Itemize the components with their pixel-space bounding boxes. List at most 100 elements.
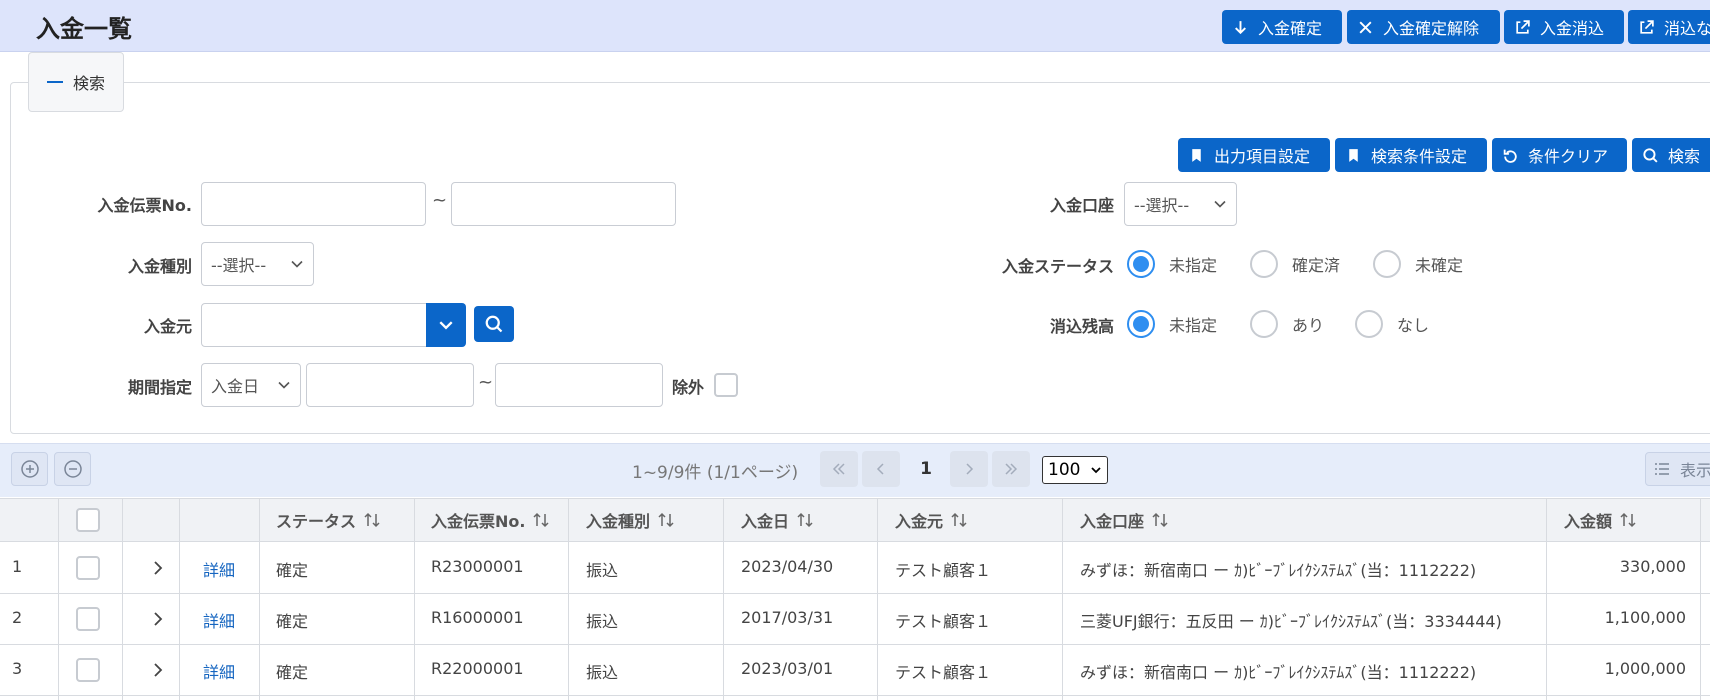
reconcile-label: 入金消込	[1540, 19, 1605, 38]
cell-amount: 1,000,000	[1604, 659, 1686, 678]
cell-payer: テスト顧客１	[895, 663, 992, 682]
chevron-right-icon	[966, 463, 974, 475]
reconcile-button[interactable]: 入金消込	[1504, 10, 1624, 44]
clear-conditions-button[interactable]: 条件クリア	[1492, 138, 1627, 172]
cancel-confirm-button[interactable]: 入金確定解除	[1347, 10, 1500, 44]
prev-page-button[interactable]	[862, 451, 900, 487]
column-header-amount[interactable]: 入金額	[1564, 498, 1638, 542]
cell-type: 振込	[586, 663, 619, 682]
period-type-value: 入金日	[211, 377, 260, 396]
chevron-down-icon	[291, 260, 303, 268]
table-row[interactable]: 1 詳細 確定 R23000001 振込 2023/04/30 テスト顧客１ み…	[0, 543, 1710, 594]
chevron-down-icon	[278, 381, 290, 389]
balance-radio-yes[interactable]: あり	[1250, 310, 1324, 338]
period-to-input[interactable]	[495, 363, 663, 407]
confirm-payment-label: 入金確定	[1258, 19, 1323, 38]
account-select[interactable]: --選択--	[1124, 182, 1237, 226]
search-condition-settings-button[interactable]: 検索条件設定	[1335, 138, 1487, 172]
exclude-checkbox[interactable]	[714, 373, 738, 397]
range-separator: ~	[432, 190, 448, 211]
chevron-right-icon[interactable]	[150, 559, 166, 577]
detail-link[interactable]: 詳細	[203, 557, 235, 581]
column-header-date[interactable]: 入金日	[741, 498, 815, 542]
search-toggle-tab[interactable]: 検索	[28, 52, 124, 112]
unreconcile-label: 消込な	[1664, 19, 1710, 38]
status-label: 入金ステータス	[1001, 257, 1114, 276]
balance-radio-unspecified[interactable]: 未指定	[1127, 310, 1217, 338]
confirm-payment-button[interactable]: 入金確定	[1222, 10, 1342, 44]
status-radio-confirmed[interactable]: 確定済	[1250, 250, 1340, 278]
search-label: 検索	[1668, 147, 1701, 166]
column-header-payer[interactable]: 入金元	[895, 498, 969, 542]
cell-date: 2023/04/30	[741, 557, 834, 576]
last-page-button[interactable]	[992, 451, 1030, 487]
search-button[interactable]: 検索	[1632, 138, 1710, 172]
table-row[interactable]: 2 詳細 確定 R16000001 振込 2017/03/31 テスト顧客１ 三…	[0, 594, 1710, 645]
collapse-all-button[interactable]	[54, 452, 91, 486]
period-from-input[interactable]	[306, 363, 474, 407]
row-checkbox[interactable]	[76, 556, 100, 580]
column-header-account[interactable]: 入金口座	[1080, 498, 1170, 542]
column-header-status[interactable]: ステータス	[276, 498, 382, 542]
payer-label: 入金元	[143, 317, 192, 336]
slip-no-to-input[interactable]	[451, 182, 676, 226]
double-chevron-left-icon	[832, 463, 845, 475]
balance-label: 消込残高	[1049, 317, 1114, 336]
output-settings-button[interactable]: 出力項目設定	[1178, 138, 1330, 172]
cell-slip-no: R22000001	[431, 659, 524, 678]
chevron-right-icon[interactable]	[150, 661, 166, 679]
table-header	[0, 498, 1710, 542]
current-page[interactable]: 1	[904, 451, 948, 487]
radio-label: なし	[1397, 316, 1430, 335]
type-select-value: --選択--	[211, 256, 267, 275]
next-page-button[interactable]	[950, 451, 988, 487]
status-radio-unspecified[interactable]: 未指定	[1127, 250, 1217, 278]
payer-dropdown-button[interactable]	[426, 303, 466, 347]
table-row[interactable]: 3 詳細 確定 R22000001 振込 2023/03/01 テスト顧客１ み…	[0, 645, 1710, 696]
display-settings-button[interactable]: 表示	[1645, 452, 1710, 486]
sort-icon	[1620, 512, 1636, 528]
detail-link[interactable]: 詳細	[203, 659, 235, 683]
unreconcile-button[interactable]: 消込な	[1628, 10, 1710, 44]
detail-link[interactable]: 詳細	[203, 608, 235, 632]
search-condition-settings-label: 検索条件設定	[1371, 147, 1468, 166]
period-type-select[interactable]: 入金日	[201, 363, 301, 407]
sort-icon	[951, 512, 967, 528]
column-label: ステータス	[276, 512, 357, 531]
slip-no-from-input[interactable]	[201, 182, 426, 226]
double-chevron-right-icon	[1005, 463, 1018, 475]
chevron-right-icon[interactable]	[150, 610, 166, 628]
expand-all-button[interactable]	[11, 452, 48, 486]
first-page-button[interactable]	[820, 451, 858, 487]
cell-amount: 1,100,000	[1604, 608, 1686, 627]
type-select[interactable]: --選択--	[201, 242, 314, 286]
row-number: 1	[12, 557, 23, 576]
row-checkbox[interactable]	[76, 607, 100, 631]
radio-selected-icon	[1127, 310, 1155, 338]
page-size-select[interactable]: 100	[1042, 456, 1108, 484]
cell-type: 振込	[586, 612, 619, 631]
external-link-icon	[1516, 19, 1530, 34]
slip-no-label: 入金伝票No.	[97, 196, 192, 215]
column-header-slip-no[interactable]: 入金伝票No.	[431, 498, 551, 542]
column-header-type[interactable]: 入金種別	[586, 498, 676, 542]
payer-input[interactable]	[201, 303, 427, 347]
cancel-confirm-label: 入金確定解除	[1383, 19, 1480, 38]
row-number: 2	[12, 608, 23, 627]
column-label: 入金口座	[1080, 512, 1145, 531]
balance-radio-no[interactable]: なし	[1355, 310, 1429, 338]
chevron-down-icon	[1214, 200, 1226, 208]
radio-label: 未確定	[1415, 256, 1464, 275]
list-icon	[1655, 463, 1669, 475]
sort-icon	[1152, 512, 1168, 528]
status-radio-unconfirmed[interactable]: 未確定	[1373, 250, 1463, 278]
row-checkbox[interactable]	[76, 658, 100, 682]
column-label: 入金元	[895, 512, 944, 531]
page-size-value: 100	[1048, 460, 1081, 480]
cell-status: 確定	[276, 663, 309, 682]
select-all-checkbox[interactable]	[76, 508, 100, 532]
payer-search-button[interactable]	[474, 306, 514, 342]
clear-conditions-label: 条件クリア	[1528, 147, 1609, 166]
radio-icon	[1373, 250, 1401, 278]
column-label: 入金伝票No.	[431, 512, 526, 531]
